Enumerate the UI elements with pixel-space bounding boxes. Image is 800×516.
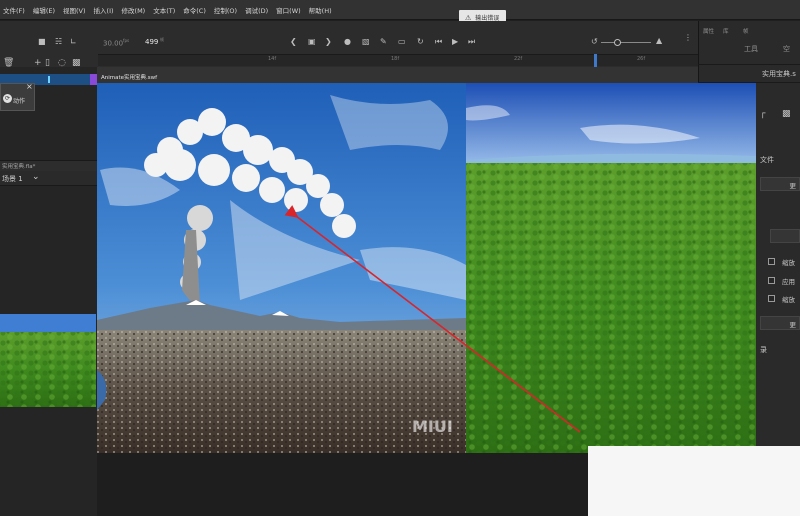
menu-view[interactable]: 视图(V) <box>60 5 91 15</box>
onion-skin-icon[interactable]: ● <box>344 38 351 46</box>
more-button-label: 更 <box>789 321 797 329</box>
scale-checkbox-label: 缩放 <box>782 259 795 267</box>
frame-unit: 帧 <box>160 37 164 42</box>
eye-icon[interactable]: ◌ <box>58 58 66 68</box>
edit-button-label: 更 <box>789 182 797 190</box>
menu-control[interactable]: 控制(O) <box>211 5 242 15</box>
reset-icon[interactable]: ↺ <box>591 38 598 46</box>
menu-modify[interactable]: 修改(M) <box>119 5 151 15</box>
zoom-in-icon[interactable]: ▲ <box>656 37 662 45</box>
apply-checkbox[interactable] <box>768 277 775 284</box>
lock-icon[interactable]: ▩ <box>72 58 81 68</box>
close-icon[interactable]: × <box>26 82 33 91</box>
chevron-left-icon[interactable]: ❮ <box>290 38 297 46</box>
edit-button[interactable]: 更 <box>760 177 800 191</box>
frame-tool-icon[interactable]: ▭ <box>398 38 406 46</box>
actions-label: 动作 <box>13 98 26 105</box>
layer-marker <box>48 76 50 83</box>
actions-panel[interactable]: × ⟳ 动作 <box>0 82 35 111</box>
chevron-right-icon[interactable]: ❯ <box>325 38 332 46</box>
ruler-tick: 14f <box>268 56 277 62</box>
add-layer-icon[interactable]: + <box>34 58 42 68</box>
property-field[interactable] <box>770 229 800 243</box>
tools-label[interactable]: 工具 <box>744 44 758 54</box>
menu-help[interactable]: 帮助(H) <box>306 5 337 15</box>
bottom-blank-area <box>588 446 800 516</box>
actions-icon: ⟳ <box>3 94 12 103</box>
menu-debug[interactable]: 调试(D) <box>242 5 273 15</box>
keyframe-icon[interactable]: ▣ <box>308 38 316 46</box>
menu-file[interactable]: 文件(F) <box>0 5 30 15</box>
fps-value[interactable]: 30.00fps <box>103 38 129 47</box>
layer-color-marker <box>90 74 97 85</box>
scene-label: 场景 1 <box>2 175 23 183</box>
rewind-icon[interactable]: ⏮ <box>435 38 442 46</box>
forward-icon[interactable]: ⏭ <box>468 38 475 46</box>
more-button[interactable]: 更 <box>760 316 800 330</box>
scale-content-checkbox-label: 缩放 <box>782 296 795 304</box>
menu-edit[interactable]: 编辑(E) <box>30 5 60 15</box>
record-label: 录 <box>760 346 767 354</box>
camera-icon[interactable]: ■ <box>38 38 46 46</box>
watermark-text: MIUI <box>412 417 453 436</box>
forest-image[interactable] <box>466 83 756 453</box>
tab-properties[interactable]: 属性 <box>703 27 714 35</box>
tab-frame[interactable]: 帧 <box>743 27 749 35</box>
menu-bar: 文件(F) 编辑(E) 视图(V) 插入(I) 修改(M) 文本(T) 命令(C… <box>0 0 800 20</box>
scale-content-checkbox[interactable] <box>768 295 775 302</box>
document-tab[interactable]: 实用宝典.fla* <box>0 160 97 171</box>
stage-tab-label: Animate实用宝典.swf <box>101 75 158 81</box>
zoom-slider-knob[interactable] <box>614 39 621 46</box>
graph-icon[interactable]: ∟ <box>70 38 77 46</box>
apply-checkbox-label: 应用 <box>782 278 795 286</box>
stage-tab[interactable]: Animate实用宝典.swf <box>97 67 698 83</box>
menu-window[interactable]: 窗口(W) <box>273 5 306 15</box>
current-frame[interactable]: 499 <box>145 38 158 46</box>
lock-icon[interactable]: ▩ <box>782 109 791 119</box>
corner-icon[interactable]: ┌ <box>760 109 765 119</box>
document-name: 实用宝典.s <box>762 70 796 78</box>
tab-empty[interactable]: 空 <box>783 44 790 54</box>
zoom-slider-track[interactable] <box>601 42 651 43</box>
divider <box>698 64 800 65</box>
edit-multiple-icon[interactable]: ✎ <box>380 38 387 46</box>
divider <box>698 82 800 83</box>
layers-icon[interactable]: ☵ <box>55 38 62 46</box>
volcano-image[interactable]: MIUI <box>97 83 466 453</box>
menu-commands[interactable]: 命令(C) <box>180 5 211 15</box>
menu-text[interactable]: 文本(T) <box>150 5 180 15</box>
menu-items: 文件(F) 编辑(E) 视图(V) 插入(I) 修改(M) 文本(T) 命令(C… <box>0 0 337 20</box>
scale-checkbox[interactable] <box>768 258 775 265</box>
ruler-tick: 18f <box>391 56 400 62</box>
chevron-down-icon[interactable]: ⌄ <box>32 172 40 182</box>
playhead[interactable] <box>594 54 597 68</box>
left-panel <box>0 67 97 516</box>
menu-insert[interactable]: 插入(I) <box>91 5 119 15</box>
loop-icon[interactable]: ↻ <box>417 38 424 46</box>
trash-icon[interactable]: 🗑 <box>3 58 14 68</box>
tab-library[interactable]: 库 <box>723 27 729 35</box>
scene-selector[interactable]: 场景 1 ⌄ <box>0 171 97 186</box>
phone-icon[interactable]: ▯ <box>45 58 50 68</box>
onion-outline-icon[interactable]: ▧ <box>362 38 370 46</box>
play-icon[interactable]: ▶ <box>452 38 458 46</box>
ruler-tick: 22f <box>514 56 523 62</box>
settings-icon[interactable]: ⋮ <box>684 34 692 42</box>
ruler-tick: 26f <box>637 56 646 62</box>
file-label: 文件 <box>760 156 774 164</box>
timeline-ruler[interactable]: 14f 18f 22f 26f <box>98 54 698 66</box>
document-tab-label: 实用宝典.fla* <box>2 164 36 170</box>
